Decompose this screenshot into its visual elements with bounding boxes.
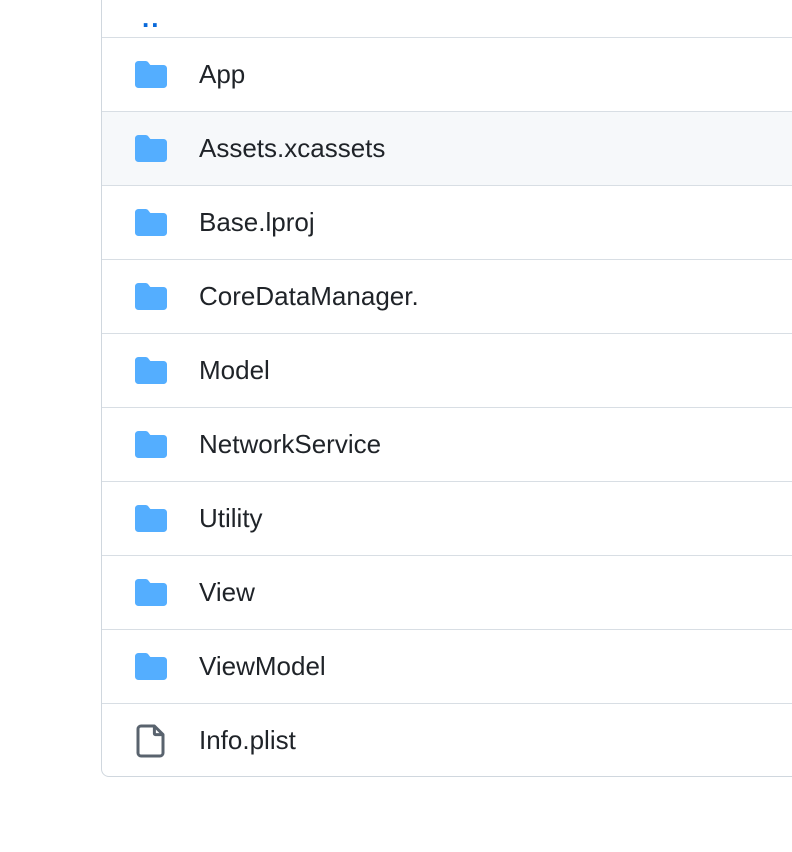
list-item-file[interactable]: Info.plist [102, 703, 792, 777]
file-name[interactable]: Assets.xcassets [199, 133, 385, 164]
folder-icon [134, 132, 168, 166]
list-item-folder[interactable]: Base.lproj [102, 185, 792, 259]
file-name[interactable]: View [199, 577, 255, 608]
folder-icon [134, 576, 168, 610]
file-icon [134, 724, 168, 758]
file-name[interactable]: Info.plist [199, 725, 296, 756]
list-item-folder[interactable]: Utility [102, 481, 792, 555]
file-name[interactable]: App [199, 59, 245, 90]
list-item-folder[interactable]: View [102, 555, 792, 629]
folder-icon [134, 650, 168, 684]
file-name[interactable]: ViewModel [199, 651, 326, 682]
folder-icon [134, 354, 168, 388]
list-item-folder[interactable]: Assets.xcassets [102, 111, 792, 185]
file-name[interactable]: CoreDataManager. [199, 281, 419, 312]
file-name[interactable]: Base.lproj [199, 207, 315, 238]
list-item-folder[interactable]: CoreDataManager. [102, 259, 792, 333]
file-name[interactable]: NetworkService [199, 429, 381, 460]
folder-icon [134, 502, 168, 536]
folder-icon [134, 428, 168, 462]
folder-icon [134, 206, 168, 240]
parent-directory-link[interactable]: .. [142, 5, 160, 31]
file-name[interactable]: Model [199, 355, 270, 386]
folder-icon [134, 280, 168, 314]
parent-directory-row[interactable]: .. [102, 0, 792, 38]
folder-icon [134, 58, 168, 92]
list-item-folder[interactable]: Model [102, 333, 792, 407]
list-item-folder[interactable]: App [102, 37, 792, 111]
list-item-folder[interactable]: ViewModel [102, 629, 792, 703]
file-list: .. App Assets.xcassets Base.lproj CoreDa… [101, 0, 792, 777]
list-item-folder[interactable]: NetworkService [102, 407, 792, 481]
file-name[interactable]: Utility [199, 503, 263, 534]
